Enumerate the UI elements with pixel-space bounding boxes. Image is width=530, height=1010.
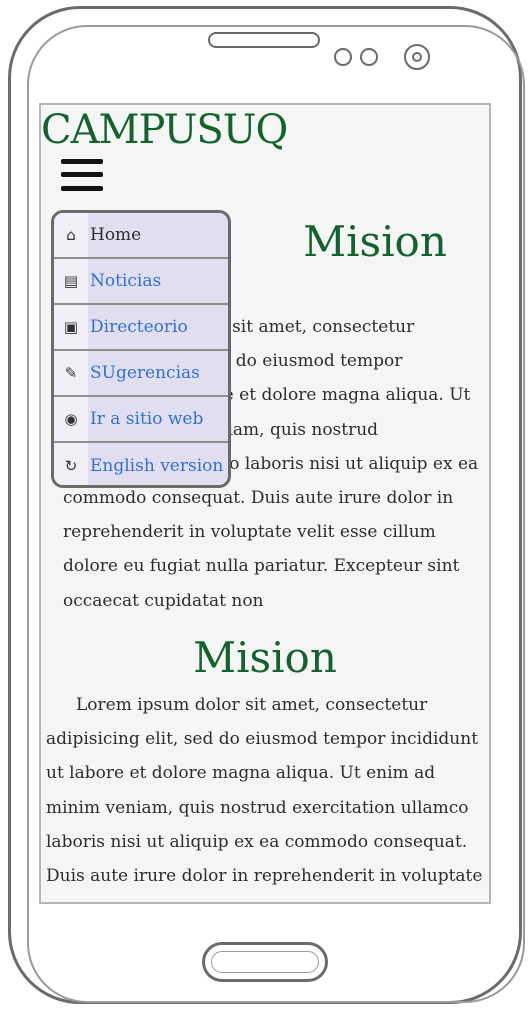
nav-dropdown-menu: ⌂ Home ▤ Noticias ▣ Directeorio ✎ SUgere… [51,210,231,488]
pencil-icon: ✎ [54,351,88,395]
menu-item-home[interactable]: ⌂ Home [54,213,228,259]
sensor-icon [334,48,352,66]
menu-item-label: Ir a sitio web [90,409,204,429]
hamburger-bar [61,172,103,177]
home-icon: ⌂ [54,213,88,257]
menu-item-label: Noticias [90,271,162,291]
hamburger-menu-icon[interactable] [61,157,103,193]
speaker-grille [208,32,320,48]
hamburger-bar [61,186,103,191]
menu-item-directorio[interactable]: ▣ Directeorio [54,305,228,351]
contact-book-icon: ▣ [54,305,88,349]
refresh-icon: ↻ [54,443,88,485]
camera-icon [404,44,430,70]
hamburger-bar [61,159,103,164]
sensor-icon [360,48,378,66]
home-hardware-button[interactable] [202,942,328,982]
menu-item-label: Home [90,225,142,245]
section-body-text: Lorem ipsum dolor sit amet, consectetur … [46,695,483,902]
newspaper-icon: ▤ [54,259,88,303]
menu-item-noticias[interactable]: ▤ Noticias [54,259,228,305]
menu-item-english-version[interactable]: ↻ English version [54,443,228,485]
brand-title: CAMPUSUQ [41,107,288,153]
menu-item-label: SUgerencias [90,363,200,383]
menu-item-label: Directeorio [90,317,188,337]
menu-item-sitio-web[interactable]: ◉ Ir a sitio web [54,397,228,443]
globe-icon: ◉ [54,397,88,441]
section-heading-mision: Mision [193,633,337,682]
menu-item-label: English version [90,456,224,476]
menu-item-sugerencias[interactable]: ✎ SUgerencias [54,351,228,397]
